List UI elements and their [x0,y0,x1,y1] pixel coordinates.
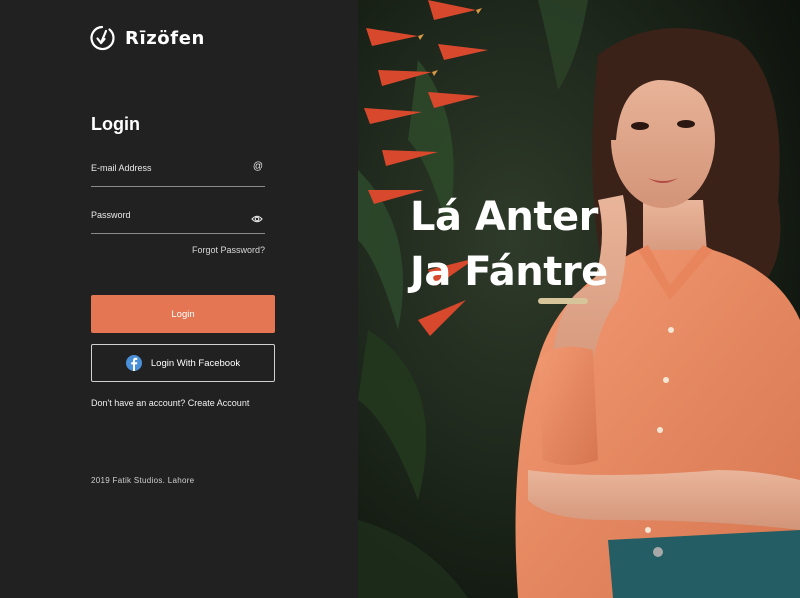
brand-name: Rīzöfen [125,27,205,49]
email-field[interactable]: E-mail Address @ [91,161,265,187]
password-field[interactable]: Password [91,208,265,234]
brand-logo[interactable]: Rīzöfen [89,24,205,52]
email-label: E-mail Address [91,163,152,173]
facebook-login-button[interactable]: Login With Facebook [91,344,275,382]
logo-icon [90,25,115,51]
create-account-link[interactable]: Don't have an account? Create Account [91,398,249,408]
login-panel: Rīzöfen Login E-mail Address @ Password … [0,0,358,598]
hero-headline: Lá Anter Ja Fántre [410,190,608,300]
password-label: Password [91,210,131,220]
login-button[interactable]: Login [91,295,275,333]
at-sign-icon: @ [252,161,263,172]
forgot-password-link[interactable]: Forgot Password? [192,245,265,255]
eye-icon[interactable] [251,213,263,225]
hero-headline-line2: Ja Fántre [410,249,608,295]
login-title: Login [91,114,140,134]
facebook-button-label: Login With Facebook [150,357,241,369]
facebook-icon [125,355,142,371]
footer-copyright: 2019 Fatik Studios. Lahore [91,476,195,485]
hero-headline-line1: Lá Anter [410,194,598,240]
hero-image: Lá Anter Ja Fántre [358,0,800,598]
